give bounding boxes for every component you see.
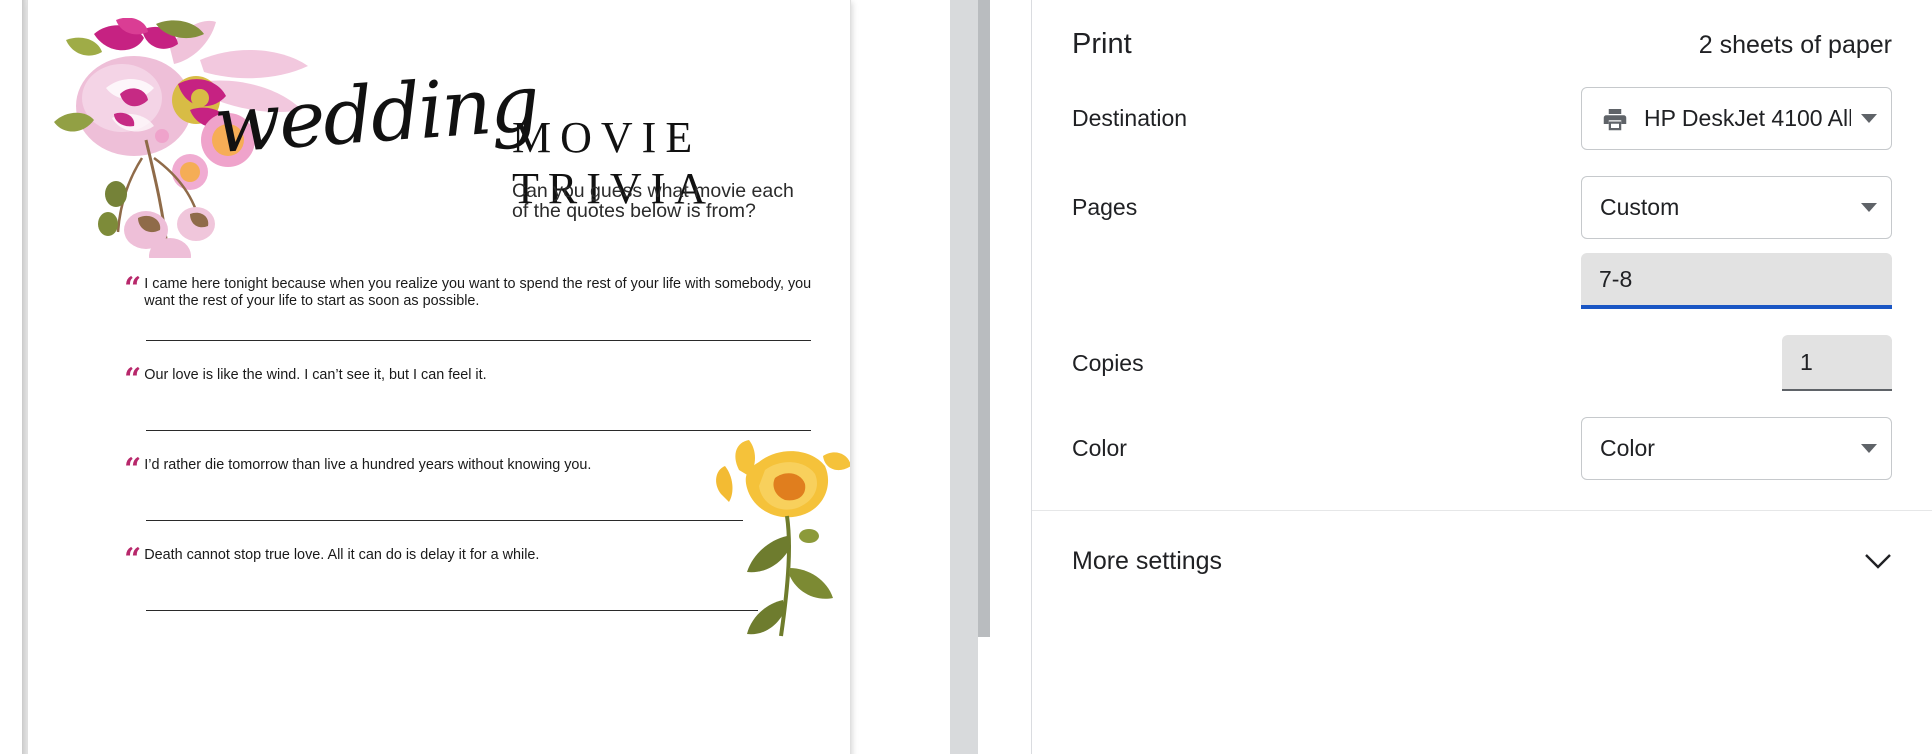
color-row: Color Color [1072, 417, 1892, 480]
more-settings-label: More settings [1072, 547, 1223, 575]
quote-text: Death cannot stop true love. All it can … [144, 547, 540, 563]
print-settings-panel: Print 2 sheets of paper Destination HP D… [1032, 0, 1932, 754]
preview-page-1: wedding MOVIE TRIVIA Can you guess what … [28, 0, 850, 754]
custom-pages-row [1072, 253, 1892, 309]
quote-item: “ I’d rather die tomorrow than live a hu… [124, 452, 814, 487]
copies-row: Copies [1072, 335, 1892, 391]
chevron-down-icon [1861, 113, 1877, 123]
color-select[interactable]: Color [1581, 417, 1892, 480]
pages-value: Custom [1600, 194, 1680, 220]
preview-scroll-gutter [950, 0, 1032, 754]
quote-mark-icon: “ [124, 542, 142, 577]
more-settings-toggle[interactable]: More settings [1072, 547, 1892, 576]
pages-row: Pages Custom [1072, 176, 1892, 239]
page-subtitle-line-1: Can you guess what movie each [512, 180, 794, 202]
quote-mark-icon: “ [124, 362, 142, 397]
quote-mark-icon: “ [124, 452, 142, 487]
quote-item: “ Death cannot stop true love. All it ca… [124, 542, 814, 577]
color-value: Color [1600, 435, 1655, 461]
quote-item: “ I came here tonight because when you r… [124, 271, 814, 310]
page-subtitle: Can you guess what movie each of the quo… [512, 181, 812, 221]
page-subtitle-line-2: of the quotes below is from? [512, 200, 756, 222]
quote-text: I’d rather die tomorrow than live a hund… [144, 457, 592, 473]
print-dialog-title: Print [1072, 28, 1132, 60]
pages-select[interactable]: Custom [1581, 176, 1892, 239]
quote-text: I came here tonight because when you rea… [144, 276, 812, 309]
preview-scrollbar-thumb[interactable] [978, 0, 990, 637]
settings-divider [1032, 510, 1932, 511]
quote-item: “ Our love is like the wind. I can’t see… [124, 362, 814, 397]
print-preview-window: wedding MOVIE TRIVIA Can you guess what … [0, 0, 1932, 754]
copies-label: Copies [1072, 349, 1144, 376]
chevron-down-icon [1865, 554, 1891, 569]
destination-label: Destination [1072, 105, 1188, 131]
destination-value: HP DeskJet 4100 All-in [1644, 105, 1851, 131]
document-preview-pane[interactable]: wedding MOVIE TRIVIA Can you guess what … [0, 0, 950, 754]
page-title-script: wedding [211, 58, 541, 172]
answer-line [146, 520, 743, 521]
chevron-down-icon [1861, 443, 1877, 453]
printer-icon [1603, 108, 1627, 130]
custom-pages-input[interactable] [1581, 253, 1892, 309]
sheets-of-paper-summary: 2 sheets of paper [1698, 31, 1892, 59]
color-label: Color [1072, 435, 1127, 461]
destination-select[interactable]: HP DeskJet 4100 All-in [1581, 87, 1892, 150]
pages-label: Pages [1072, 194, 1138, 220]
answer-line [146, 610, 758, 611]
print-dialog-header: Print 2 sheets of paper [1072, 0, 1892, 61]
chevron-down-icon [1861, 202, 1877, 212]
copies-input[interactable] [1782, 335, 1892, 391]
quote-text: Our love is like the wind. I can’t see i… [144, 367, 487, 383]
preview-scrollbar-track[interactable] [950, 0, 990, 754]
destination-row: Destination HP DeskJet 4100 All-in [1072, 87, 1892, 150]
quote-mark-icon: “ [124, 271, 142, 306]
answer-line [146, 430, 811, 431]
answer-line [146, 340, 811, 341]
